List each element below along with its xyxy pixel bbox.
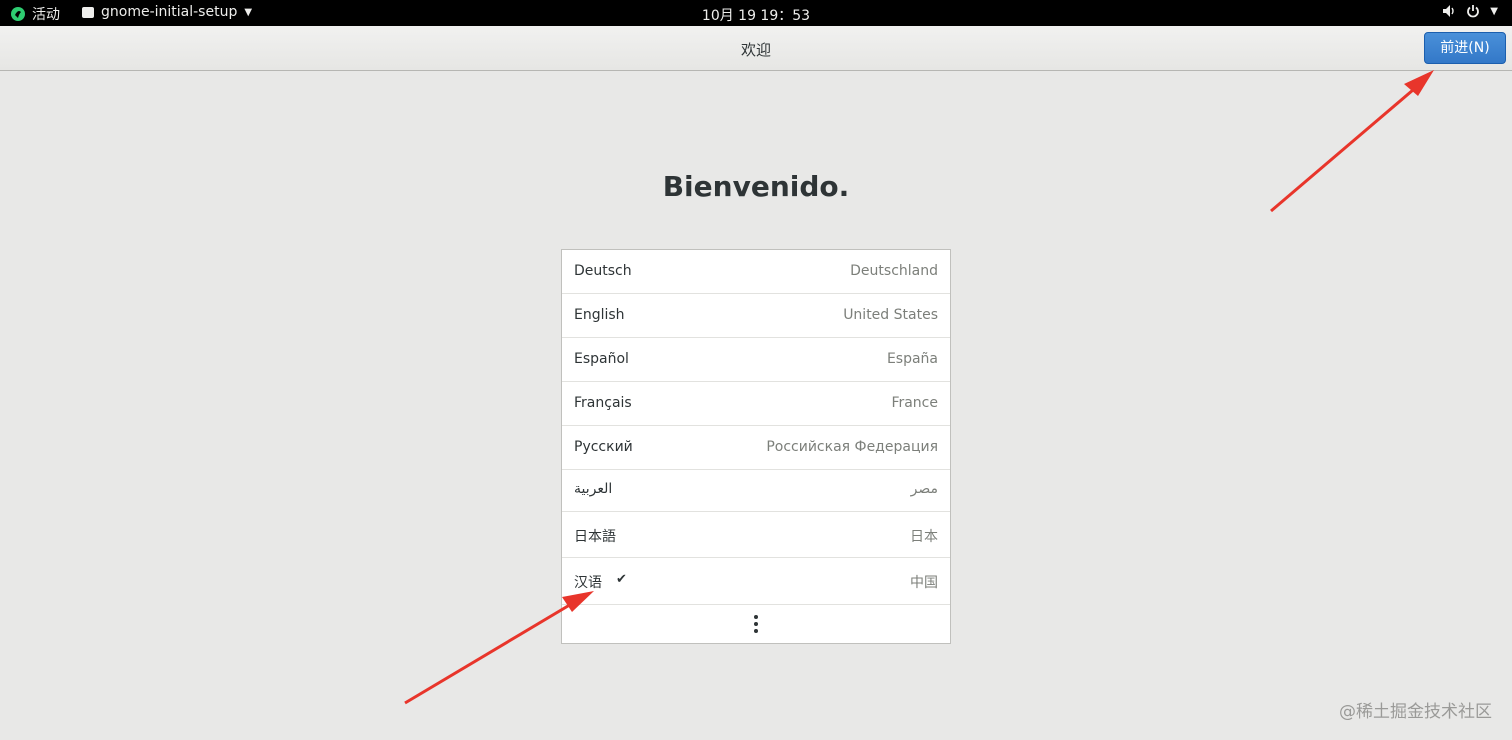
chevron-down-icon: ▼ xyxy=(1490,5,1498,17)
more-languages-button[interactable] xyxy=(562,605,950,643)
clock[interactable]: 10月 19 19：53 xyxy=(0,5,1512,25)
language-name: Русский xyxy=(574,439,633,455)
language-name: Español xyxy=(574,351,629,367)
top-bar: 活动 gnome-initial-setup ▼ 10月 19 19：53 ▼ xyxy=(0,0,1512,26)
language-row-arabic[interactable]: العربية مصر xyxy=(562,470,950,512)
language-row-francais[interactable]: Français France xyxy=(562,382,950,426)
view-more-icon xyxy=(751,615,761,635)
power-icon xyxy=(1467,5,1480,18)
language-list: Deutsch Deutschland English United State… xyxy=(561,249,951,644)
watermark: @稀土掘金技术社区 xyxy=(1339,702,1492,722)
checkmark-icon: ✔ xyxy=(616,572,627,587)
language-name: English xyxy=(574,307,625,323)
language-region: Deutschland xyxy=(850,263,938,279)
language-region: مصر xyxy=(910,481,938,497)
language-region: Российская Федерация xyxy=(766,439,938,455)
language-row-russian[interactable]: Русский Российская Федерация xyxy=(562,426,950,470)
header-bar: 欢迎 前进(N) xyxy=(0,26,1512,71)
language-name: 汉语 xyxy=(574,575,602,591)
language-name: Deutsch xyxy=(574,263,632,279)
welcome-heading: Bienvenido. xyxy=(662,170,850,203)
language-row-deutsch[interactable]: Deutsch Deutschland xyxy=(562,250,950,294)
language-region: United States xyxy=(843,307,938,323)
volume-icon xyxy=(1443,5,1454,17)
language-row-english[interactable]: English United States xyxy=(562,294,950,338)
page-title: 欢迎 xyxy=(740,41,771,59)
language-row-espanol[interactable]: Español España xyxy=(562,338,950,382)
language-region: France xyxy=(891,395,938,411)
language-region: 中国 xyxy=(910,575,938,591)
language-row-japanese[interactable]: 日本語 日本 xyxy=(562,512,950,558)
language-name: العربية xyxy=(574,481,613,497)
next-button[interactable]: 前进(N) xyxy=(1424,32,1506,64)
system-menu[interactable]: ▼ xyxy=(1442,4,1498,18)
language-region: 日本 xyxy=(910,529,938,545)
language-name: Français xyxy=(574,395,632,411)
language-row-chinese[interactable]: 汉语 ✔ 中国 xyxy=(562,558,950,605)
language-region: España xyxy=(886,351,938,367)
language-name: 日本語 xyxy=(574,529,616,545)
